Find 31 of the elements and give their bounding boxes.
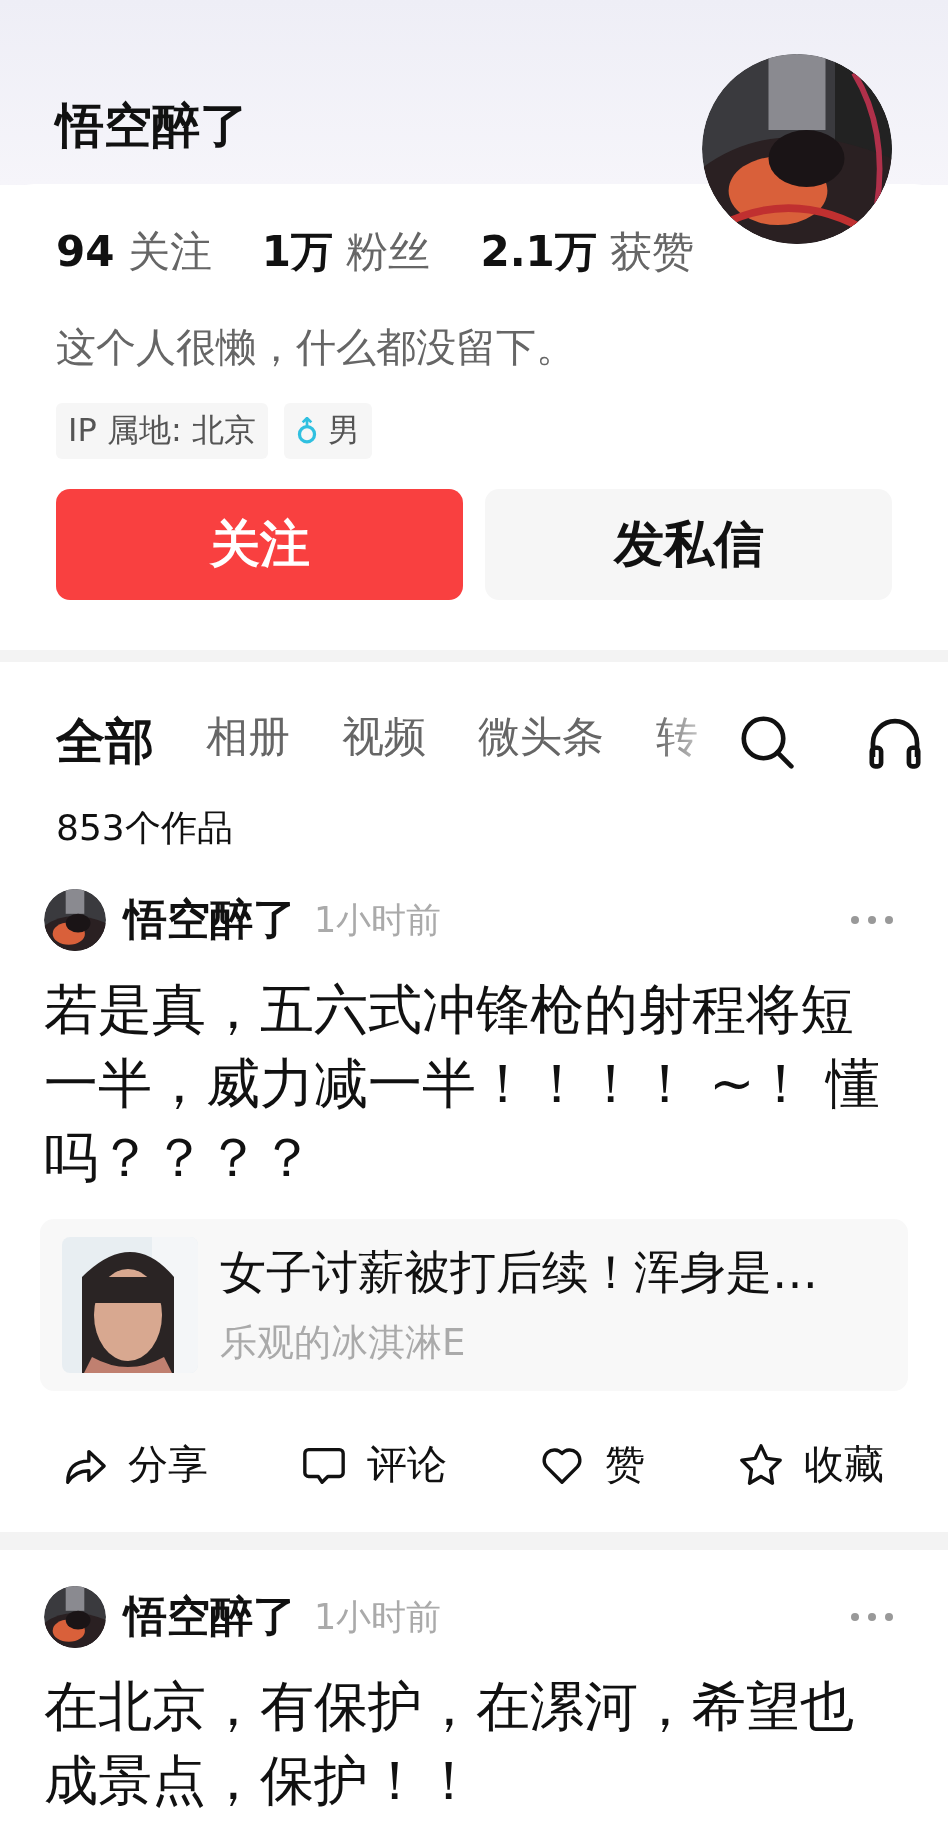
more-icon[interactable] bbox=[850, 915, 894, 925]
comment-action[interactable]: 评论 bbox=[300, 1437, 447, 1492]
post-time: 1小时前 bbox=[314, 898, 442, 942]
article-title: 女子讨薪被打后续！浑身是… bbox=[220, 1244, 818, 1301]
profile-stat[interactable]: 1万 粉丝 bbox=[261, 224, 431, 280]
linked-article-card[interactable]: 女子讨薪被打后续！浑身是… 乐观的冰淇淋E bbox=[40, 1219, 908, 1391]
tab[interactable]: 视频 bbox=[342, 709, 426, 775]
tab[interactable]: 相册 bbox=[206, 709, 290, 775]
post-text: 若是真，五六式冲锋枪的射程将短一半，威力减一半！！！！ ~！ 懂吗？？？？ bbox=[44, 977, 881, 1191]
bio-text: 这个人很懒，什么都没留下。 bbox=[56, 323, 577, 372]
tab[interactable]: 全部 bbox=[56, 709, 154, 775]
article-source: 乐观的冰淇淋E bbox=[220, 1320, 467, 1366]
profile-stat[interactable]: 94 关注 bbox=[56, 224, 212, 280]
share-action[interactable]: 分享 bbox=[62, 1437, 208, 1492]
works-count: 853个作品 bbox=[55, 806, 234, 850]
post-text: 在北京，有保护，在漯河，希望也成景点，保护！！ bbox=[44, 1674, 855, 1814]
follow-button[interactable]: 关注 bbox=[56, 489, 463, 600]
profile-tag: IP 属地: 北京 bbox=[56, 403, 268, 459]
message-button[interactable]: 发私信 bbox=[485, 489, 892, 600]
profile-tag: 男 bbox=[283, 403, 372, 459]
post-time: 1小时前 bbox=[314, 1595, 442, 1639]
more-icon[interactable] bbox=[850, 1612, 894, 1622]
favorite-action[interactable]: 收藏 bbox=[737, 1437, 884, 1492]
profile-stat[interactable]: 2.1万 获赞 bbox=[480, 224, 695, 280]
profile-name: 悟空醉了 bbox=[56, 96, 248, 155]
like-action[interactable]: 赞 bbox=[539, 1437, 646, 1492]
tab[interactable]: 微头条 bbox=[478, 709, 604, 775]
author-name[interactable]: 悟空醉了 bbox=[124, 891, 296, 949]
male-icon bbox=[295, 417, 318, 445]
star-icon bbox=[737, 1441, 784, 1488]
author-name[interactable]: 悟空醉了 bbox=[124, 1588, 296, 1646]
